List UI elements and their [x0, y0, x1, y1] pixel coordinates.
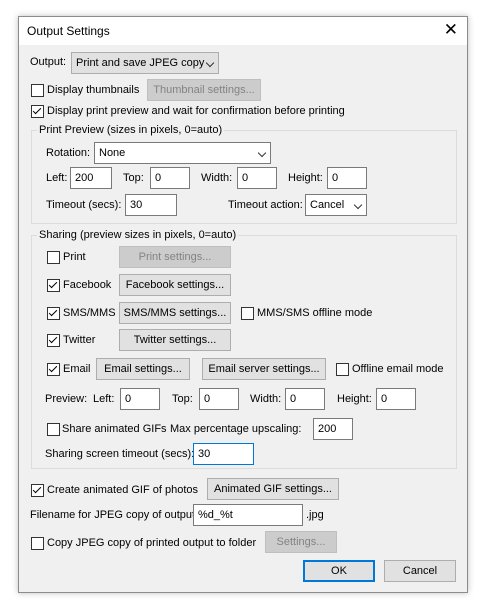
sms-settings-button[interactable]: SMS/MMS settings... — [119, 302, 231, 324]
offline-email-checkbox[interactable] — [336, 363, 349, 376]
sharing-top-label: Top: — [172, 393, 193, 405]
facebook-settings-button[interactable]: Facebook settings... — [119, 274, 231, 296]
create-animated-gif-checkbox[interactable] — [31, 484, 44, 497]
preview-width-input[interactable]: 0 — [237, 167, 277, 189]
output-dropdown[interactable]: Print and save JPEG copy — [71, 52, 219, 74]
close-icon[interactable]: ✕ — [444, 20, 458, 40]
chevron-down-icon — [257, 148, 267, 158]
sharing-height-label: Height: — [337, 393, 372, 405]
twitter-settings-button[interactable]: Twitter settings... — [119, 329, 231, 351]
preview-left-input[interactable]: 200 — [70, 167, 112, 189]
chevron-down-icon — [353, 200, 363, 210]
sharing-width-label: Width: — [250, 393, 282, 405]
rotation-dropdown[interactable]: None — [94, 142, 271, 164]
sharing-top-input[interactable]: 0 — [199, 388, 239, 410]
share-facebook-checkbox[interactable] — [47, 279, 60, 292]
create-animated-gif-label: Create animated GIF of photos — [47, 484, 199, 496]
preview-top-input[interactable]: 0 — [150, 167, 190, 189]
max-upscaling-label: Max percentage upscaling: — [170, 423, 302, 435]
sms-offline-checkbox[interactable] — [241, 307, 254, 320]
share-email-label: Email — [63, 363, 91, 375]
preview-top-label: Top: — [123, 172, 144, 184]
ok-button[interactable]: OK — [303, 560, 375, 582]
sharing-timeout-input[interactable]: 30 — [193, 443, 254, 465]
sharing-width-input[interactable]: 0 — [285, 388, 325, 410]
share-sms-label: SMS/MMS — [63, 307, 116, 319]
share-animated-gifs-checkbox[interactable] — [47, 423, 60, 436]
output-label: Output: — [30, 56, 67, 68]
preview-left-label: Left: — [46, 172, 68, 184]
thumbnail-settings-button[interactable]: Thumbnail settings... — [147, 79, 261, 101]
print-preview-group-label: Print Preview (sizes in pixels, 0=auto) — [37, 123, 225, 137]
share-twitter-checkbox[interactable] — [47, 334, 60, 347]
share-animated-gifs-label: Share animated GIFs — [62, 423, 167, 435]
max-upscaling-input[interactable]: 200 — [313, 418, 353, 440]
share-sms-checkbox[interactable] — [47, 307, 60, 320]
email-server-settings-button[interactable]: Email server settings... — [202, 358, 326, 380]
print-settings-button[interactable]: Print settings... — [119, 246, 231, 268]
timeout-input[interactable]: 30 — [125, 194, 177, 216]
timeout-action-value: Cancel — [310, 199, 345, 211]
sharing-left-label: Left: — [93, 393, 115, 405]
display-thumbnails-checkbox[interactable] — [31, 84, 44, 97]
timeout-label: Timeout (secs): — [46, 199, 122, 211]
display-print-preview-label: Display print preview and wait for confi… — [47, 105, 345, 117]
share-facebook-label: Facebook — [63, 279, 112, 291]
sharing-preview-label: Preview: — [45, 393, 88, 405]
chevron-down-icon — [205, 58, 215, 68]
title-bar: Output Settings ✕ — [19, 17, 467, 45]
sharing-timeout-label: Sharing screen timeout (secs): — [45, 448, 195, 460]
folder-settings-button[interactable]: Settings... — [265, 531, 337, 553]
animated-gif-settings-button[interactable]: Animated GIF settings... — [207, 478, 339, 500]
share-print-label: Print — [63, 251, 86, 263]
copy-to-folder-checkbox[interactable] — [31, 537, 44, 550]
cancel-button[interactable]: Cancel — [384, 560, 456, 582]
sharing-left-input[interactable]: 0 — [120, 388, 160, 410]
share-email-checkbox[interactable] — [47, 363, 60, 376]
offline-email-label: Offline email mode — [352, 363, 444, 375]
sms-offline-label: MMS/SMS offline mode — [257, 307, 373, 319]
share-twitter-label: Twitter — [63, 334, 96, 346]
window-title: Output Settings — [27, 24, 110, 38]
preview-height-input[interactable]: 0 — [327, 167, 367, 189]
sharing-group-label: Sharing (preview sizes in pixels, 0=auto… — [37, 228, 239, 242]
output-settings-dialog: Output Settings ✕ Output: Print and save… — [18, 16, 468, 593]
rotation-dropdown-value: None — [99, 147, 126, 159]
sharing-height-input[interactable]: 0 — [376, 388, 416, 410]
filename-extension: .jpg — [306, 509, 324, 521]
filename-input[interactable]: %d_%t — [193, 504, 303, 526]
preview-width-label: Width: — [201, 172, 233, 184]
output-dropdown-value: Print and save JPEG copy — [76, 57, 205, 69]
timeout-action-dropdown[interactable]: Cancel — [305, 194, 367, 216]
filename-label: Filename for JPEG copy of output: — [30, 509, 199, 521]
copy-to-folder-label: Copy JPEG copy of printed output to fold… — [47, 537, 257, 549]
rotation-label: Rotation: — [46, 147, 91, 159]
display-thumbnails-label: Display thumbnails — [47, 84, 140, 96]
email-settings-button[interactable]: Email settings... — [96, 358, 190, 380]
preview-height-label: Height: — [288, 172, 323, 184]
display-print-preview-checkbox[interactable] — [31, 105, 44, 118]
share-print-checkbox[interactable] — [47, 251, 60, 264]
timeout-action-label: Timeout action: — [228, 199, 303, 211]
